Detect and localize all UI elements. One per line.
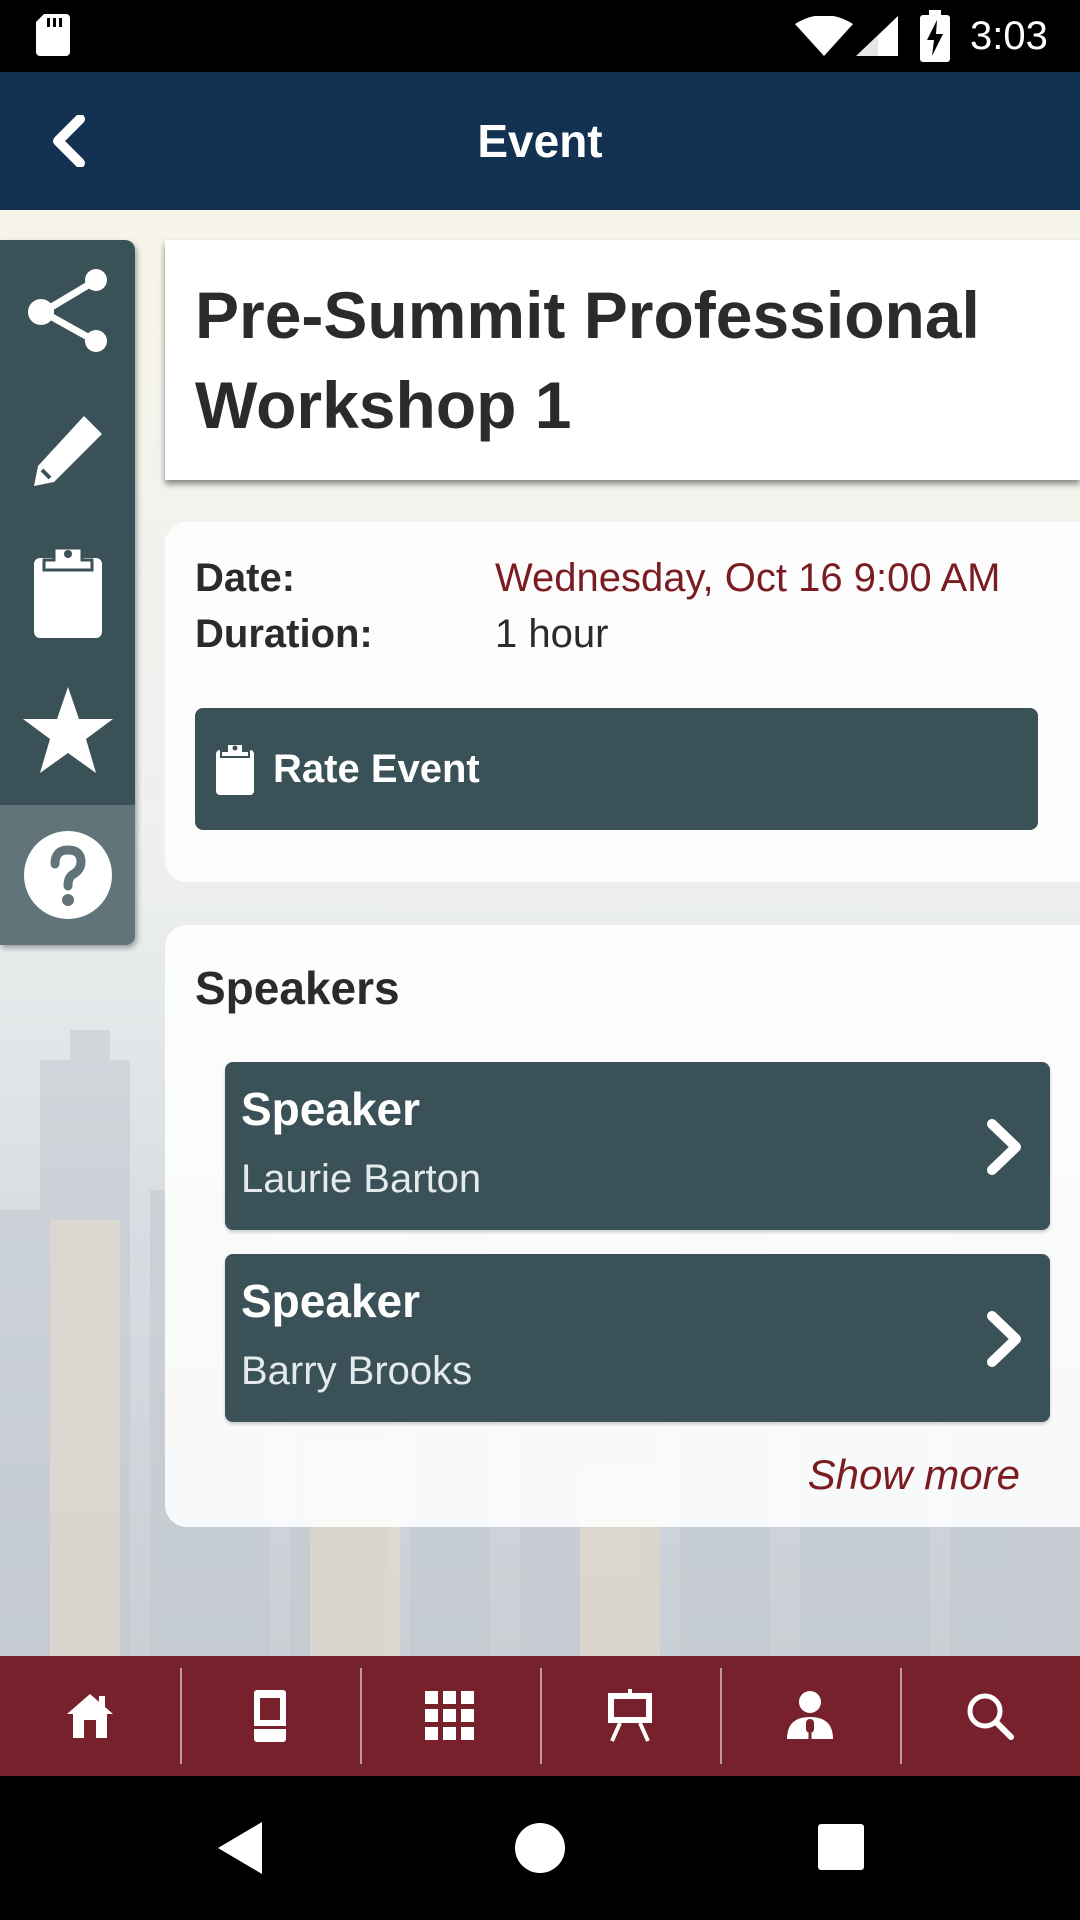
side-action-rail	[0, 240, 135, 945]
duration-value: 1 hour	[495, 612, 609, 656]
system-home-icon[interactable]	[510, 1818, 570, 1878]
share-button[interactable]	[0, 240, 135, 380]
nav-sessions[interactable]	[540, 1656, 720, 1776]
survey-button[interactable]	[0, 522, 135, 662]
nav-booths[interactable]	[180, 1656, 360, 1776]
speaker-role: Speaker	[241, 1275, 421, 1327]
rate-event-button[interactable]: Rate Event	[195, 708, 1038, 830]
back-button[interactable]	[30, 102, 108, 180]
event-title-card: Pre-Summit Professional Workshop 1	[165, 240, 1080, 480]
star-icon	[22, 687, 113, 773]
battery-charging-icon	[920, 10, 950, 62]
pencil-icon	[33, 416, 102, 486]
home-icon	[67, 1694, 113, 1738]
bottom-nav	[0, 1656, 1080, 1776]
search-icon	[967, 1693, 1014, 1740]
help-icon	[23, 831, 112, 919]
chevron-right-icon	[987, 1119, 1021, 1175]
page-title: Event	[477, 115, 603, 167]
signal-icon	[856, 16, 898, 56]
status-bar: 3:03	[0, 0, 1080, 72]
nav-search[interactable]	[900, 1656, 1080, 1776]
speakers-card: Speakers Speaker Laurie Barton Speaker B…	[165, 925, 1080, 1527]
chevron-right-icon	[987, 1311, 1021, 1367]
speaker-icon	[787, 1691, 833, 1741]
date-row: Date: Wednesday, Oct 16 9:00 AM	[195, 552, 1055, 604]
chevron-left-icon	[53, 115, 85, 167]
speaker-name: Laurie Barton	[241, 1157, 482, 1201]
date-label: Date:	[195, 556, 296, 600]
speakers-heading: Speakers	[195, 962, 400, 1014]
duration-label: Duration:	[195, 612, 373, 656]
speaker-role: Speaker	[241, 1083, 421, 1135]
booth-icon	[254, 1690, 286, 1742]
event-info-card: Date: Wednesday, Oct 16 9:00 AM Duration…	[165, 522, 1080, 882]
favorite-button[interactable]	[0, 660, 135, 800]
nav-floor-plan[interactable]	[360, 1656, 540, 1776]
presentation-icon	[608, 1689, 652, 1742]
share-icon	[27, 269, 107, 352]
event-title: Pre-Summit Professional Workshop 1	[195, 278, 980, 442]
notes-button[interactable]	[0, 380, 135, 520]
show-more-link[interactable]: Show more	[808, 1451, 1020, 1499]
help-button[interactable]	[0, 805, 135, 945]
nav-home[interactable]	[0, 1656, 180, 1776]
duration-row: Duration: 1 hour	[195, 608, 1055, 660]
sd-card-icon	[36, 14, 70, 56]
speaker-name: Barry Brooks	[241, 1349, 473, 1393]
rate-event-label: Rate Event	[273, 746, 480, 791]
speaker-item[interactable]: Speaker Laurie Barton	[225, 1062, 1050, 1230]
clipboard-icon	[216, 743, 254, 795]
nav-speakers[interactable]	[720, 1656, 900, 1776]
floor-plan-icon	[425, 1691, 474, 1740]
status-time: 3:03	[970, 14, 1048, 58]
date-value: Wednesday, Oct 16 9:00 AM	[495, 556, 1001, 600]
clipboard-icon	[33, 546, 102, 638]
system-nav-bar	[0, 1776, 1080, 1920]
wifi-icon	[795, 16, 853, 56]
speaker-item[interactable]: Speaker Barry Brooks	[225, 1254, 1050, 1422]
system-back-icon[interactable]	[212, 1818, 272, 1878]
system-recents-icon[interactable]	[812, 1818, 872, 1878]
app-bar: Event	[0, 72, 1080, 210]
